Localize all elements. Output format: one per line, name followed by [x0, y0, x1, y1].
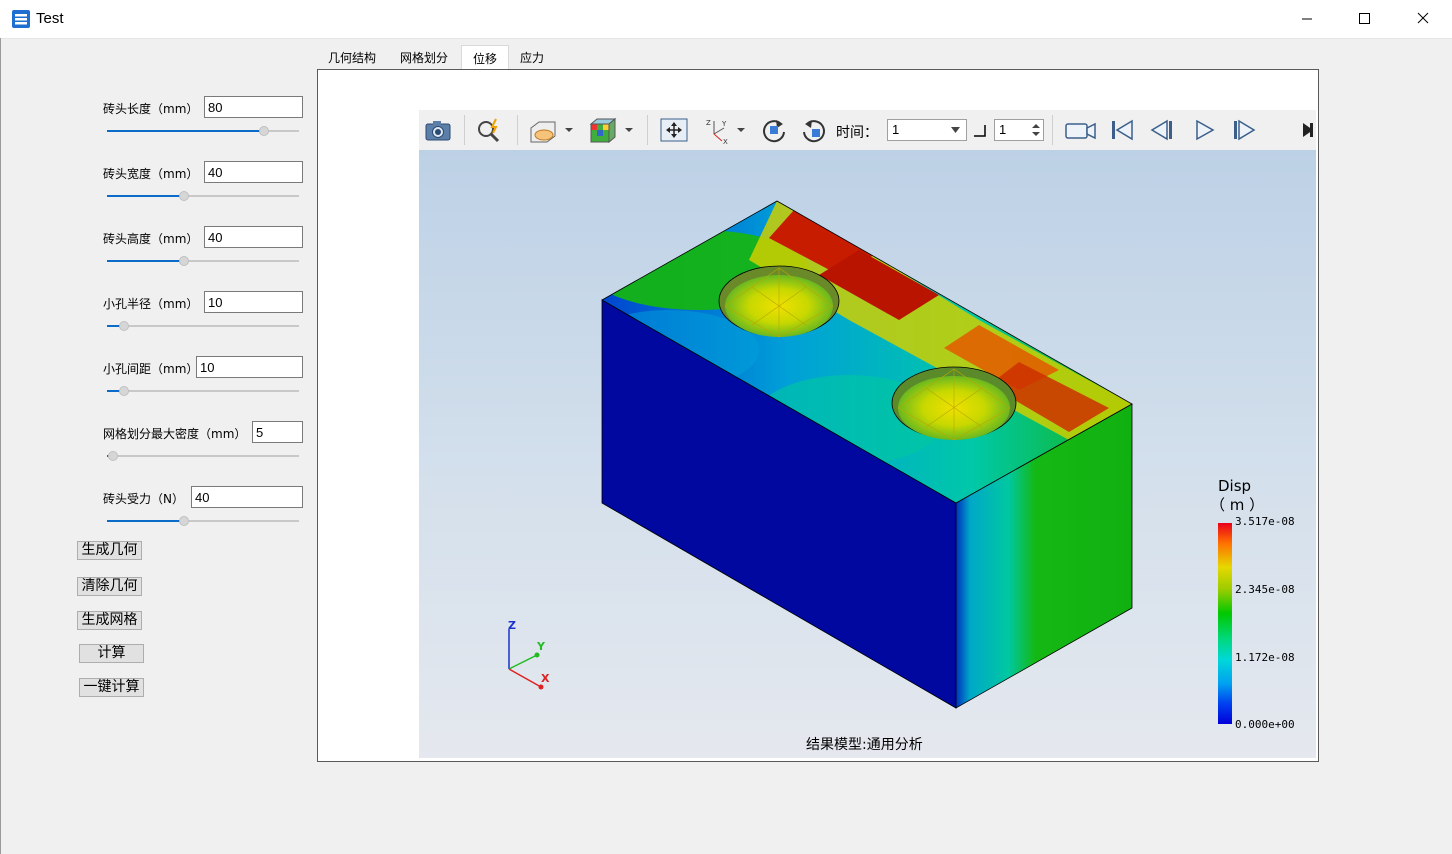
minimize-button[interactable]	[1278, 0, 1336, 38]
slider-handle[interactable]	[178, 191, 189, 201]
axis-orient-icon[interactable]: Z Y X	[702, 116, 750, 144]
legend-tick-max: 3.517e-08	[1235, 515, 1295, 528]
result-model-caption: 结果模型:通用分析	[806, 737, 923, 753]
tab-displacement[interactable]: 位移	[461, 45, 509, 71]
slider-handle[interactable]	[259, 126, 270, 136]
slider-handle[interactable]	[119, 386, 130, 396]
param-label-length: 砖头长度（mm）	[103, 102, 199, 116]
param-label-force: 砖头受力（N）	[103, 492, 184, 506]
window-border	[0, 38, 1, 854]
query-icon[interactable]	[474, 116, 504, 144]
next-frame-icon[interactable]	[1229, 116, 1259, 144]
window-title: Test	[36, 10, 64, 27]
result-3d-viewport[interactable]: Z Y X	[419, 150, 1316, 758]
one-click-compute-button[interactable]: 一键计算	[79, 678, 144, 697]
generate-mesh-button[interactable]: 生成网格	[77, 611, 142, 630]
param-label-hole-radius: 小孔半径（mm）	[103, 297, 199, 311]
tab-stress[interactable]: 应力	[512, 45, 552, 69]
compute-button[interactable]: 计算	[79, 644, 144, 663]
tab-mesh[interactable]: 网格划分	[392, 45, 456, 69]
mesh-density-slider[interactable]	[107, 450, 299, 462]
minimize-icon	[1302, 18, 1312, 20]
legend-title: Disp	[1218, 477, 1252, 495]
axis-y-label: Y	[536, 640, 546, 653]
generate-geometry-button[interactable]: 生成几何	[77, 541, 142, 560]
record-icon[interactable]	[1064, 116, 1098, 144]
height-input[interactable]	[204, 226, 303, 248]
width-slider[interactable]	[107, 190, 299, 202]
step-spinbox[interactable]: 1	[994, 119, 1044, 141]
title-bar: Test	[0, 0, 1452, 39]
svg-text:X: X	[723, 138, 728, 144]
spin-arrows-icon[interactable]	[1032, 123, 1040, 137]
time-dropdown[interactable]: 1	[887, 119, 967, 141]
clear-geometry-button[interactable]: 清除几何	[77, 577, 142, 596]
close-icon	[1417, 12, 1429, 24]
app-icon	[12, 10, 30, 28]
camera-icon[interactable]	[423, 116, 453, 144]
mesh-density-input[interactable]	[252, 421, 303, 443]
param-label-width: 砖头宽度（mm）	[103, 167, 199, 181]
step-value: 1	[999, 122, 1007, 137]
expand-icon[interactable]	[1302, 122, 1314, 138]
slider-handle[interactable]	[119, 321, 130, 331]
prev-frame-icon[interactable]	[1147, 116, 1177, 144]
slider-handle[interactable]	[107, 451, 118, 461]
force-slider[interactable]	[107, 515, 299, 527]
maximize-button[interactable]	[1336, 0, 1394, 38]
play-icon[interactable]	[1189, 116, 1219, 144]
force-input[interactable]	[191, 486, 303, 508]
svg-text:Z: Z	[706, 119, 711, 127]
param-label-hole-spacing: 小孔间距（mm）	[103, 362, 199, 376]
time-value: 1	[892, 122, 900, 137]
legend-tick-1: 1.172e-08	[1235, 651, 1295, 664]
chevron-down-icon	[951, 127, 960, 133]
axis-z-label: Z	[508, 619, 516, 632]
close-button[interactable]	[1394, 0, 1452, 38]
viewer-toolbar: Z Y X 时间： 1 1	[419, 110, 1316, 151]
width-input[interactable]	[204, 161, 303, 183]
time-label: 时间：	[836, 125, 878, 141]
hole-spacing-slider[interactable]	[107, 385, 299, 397]
length-input[interactable]	[204, 96, 303, 118]
maximize-icon	[1359, 13, 1370, 24]
slider-handle[interactable]	[178, 256, 189, 266]
legend-tick-min: 0.000e+00	[1235, 718, 1295, 731]
param-label-height: 砖头高度（mm）	[103, 232, 199, 246]
axis-x-label: X	[541, 672, 550, 685]
first-frame-icon[interactable]	[1107, 116, 1137, 144]
svg-text:Y: Y	[721, 120, 727, 128]
hole-radius-slider[interactable]	[107, 320, 299, 332]
slider-handle[interactable]	[178, 516, 189, 526]
step-marker-icon	[974, 125, 986, 137]
tab-geometry[interactable]: 几何结构	[320, 45, 384, 69]
rotate-cw-icon[interactable]	[759, 116, 789, 144]
legend-tick-2: 2.345e-08	[1235, 583, 1295, 596]
rotate-ccw-icon[interactable]	[799, 116, 829, 144]
height-slider[interactable]	[107, 255, 299, 267]
render-style-icon[interactable]	[587, 116, 635, 144]
length-slider[interactable]	[107, 125, 299, 137]
legend-colorbar	[1218, 523, 1232, 724]
hole-spacing-input[interactable]	[196, 356, 303, 378]
hole-radius-input[interactable]	[204, 291, 303, 313]
legend-unit: （ m ）	[1210, 496, 1265, 514]
axis-triad: Z Y X	[508, 619, 550, 690]
fit-view-icon[interactable]	[659, 116, 689, 144]
section-view-icon[interactable]	[527, 116, 575, 144]
param-label-mesh-density: 网格划分最大密度（mm）	[103, 427, 247, 441]
